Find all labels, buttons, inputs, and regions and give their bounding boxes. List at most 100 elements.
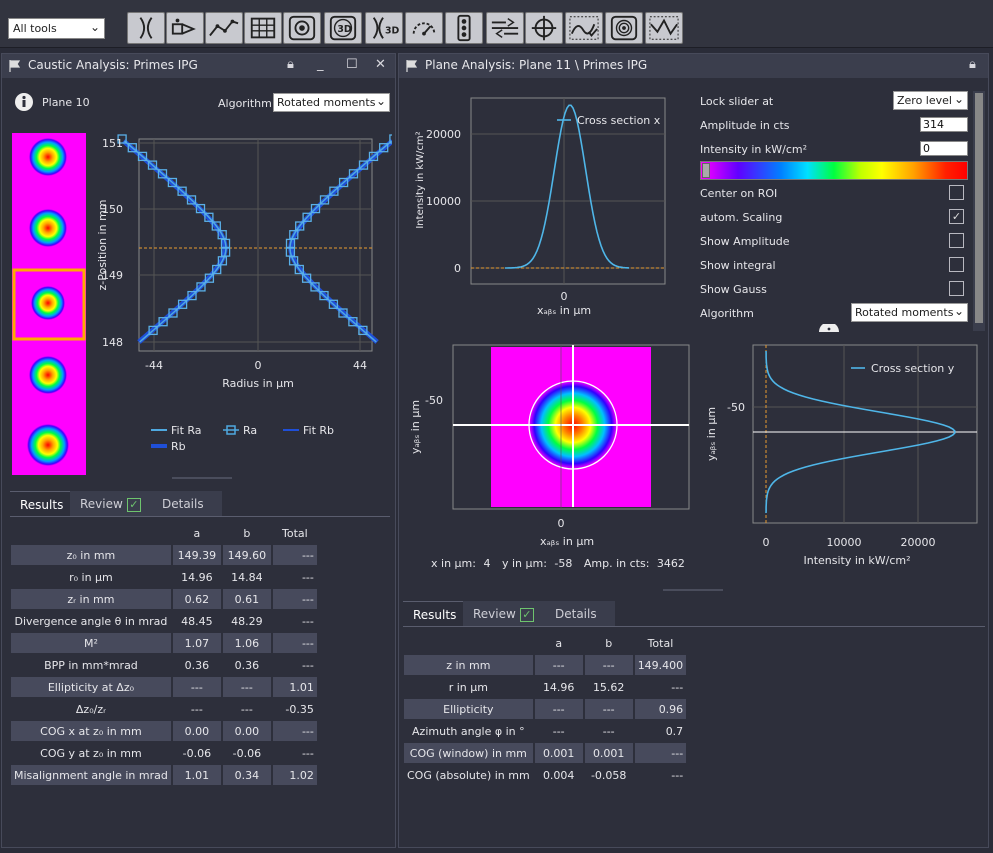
table-cell: 0.36: [184, 658, 210, 672]
show-gauss-checkbox[interactable]: [949, 281, 964, 296]
histogram-check-icon[interactable]: [565, 12, 603, 44]
plane-thumbnail[interactable]: [29, 356, 67, 394]
lock-slider-label: Lock slider at: [700, 95, 774, 108]
y-axis-label: yₐᵦₛ in µm: [409, 400, 422, 454]
table-cell: 15.62: [592, 680, 625, 694]
tab-details[interactable]: Details: [152, 491, 222, 517]
table-icon[interactable]: [244, 12, 282, 44]
beam-path-icon[interactable]: [166, 12, 204, 44]
lock-slider-select[interactable]: Zero level ⌄: [893, 91, 968, 110]
center-roi-checkbox[interactable]: [949, 185, 964, 200]
show-amplitude-checkbox[interactable]: [949, 233, 964, 248]
splitter-handle[interactable]: [663, 589, 723, 591]
amplitude-input[interactable]: 314: [920, 117, 968, 132]
alignment-icon[interactable]: [486, 12, 524, 44]
row-label: COG y at z₀ in mm: [40, 746, 142, 760]
row-label: Ellipticity: [404, 699, 533, 719]
settings-scrollbar[interactable]: [973, 91, 985, 331]
table-cell: ---: [272, 545, 317, 565]
color-scale-slider[interactable]: [700, 161, 968, 180]
slider-handle[interactable]: [702, 163, 710, 178]
info-icon[interactable]: [14, 92, 34, 112]
splitter-handle[interactable]: [172, 477, 232, 479]
crosshair-icon[interactable]: [525, 12, 563, 44]
y-tick-label: -50: [727, 401, 745, 414]
plane-algorithm-select[interactable]: Rotated moments ⌄: [851, 303, 968, 322]
3d-view-icon[interactable]: 3D: [324, 12, 362, 44]
table-cell: Total: [282, 526, 308, 540]
traffic-light-icon[interactable]: [445, 12, 483, 44]
svg-text:3D: 3D: [385, 26, 400, 37]
rings-icon[interactable]: [605, 12, 643, 44]
fit-ra-series-line: [289, 140, 392, 343]
close-icon[interactable]: ✕: [375, 57, 386, 72]
tab-results[interactable]: Results: [403, 601, 463, 627]
table-cell: -0.06: [182, 746, 212, 760]
minimize-icon[interactable]: _: [317, 57, 324, 72]
flag-icon: [9, 60, 21, 72]
plane-thumbnail[interactable]: [29, 138, 67, 176]
table-cell: 48.45: [181, 614, 213, 628]
caustic-icon[interactable]: [127, 12, 165, 44]
caustic-3d-icon[interactable]: 3D: [365, 12, 403, 44]
table-row: Azimuth angle φ in ° --- --- 0.7: [404, 721, 686, 741]
cross-x-legend: Cross section x: [577, 114, 661, 127]
x-tick-label: 0: [558, 517, 565, 530]
tab-details[interactable]: Details: [545, 601, 615, 627]
readout-x-value: 4: [483, 557, 491, 570]
cross-section-x-plot[interactable]: Cross section x 20000 10000 0 0 xₐᵦₛ in …: [405, 94, 695, 324]
x-tick-label: 0: [763, 536, 770, 549]
scrollbar-thumb[interactable]: [975, 93, 983, 323]
lock-icon[interactable]: 🔒︎: [287, 57, 294, 72]
tab-review[interactable]: Review ✓: [70, 491, 152, 517]
table-cell: 0.36: [234, 658, 260, 672]
gauge-icon[interactable]: [405, 12, 443, 44]
flag-icon: [406, 60, 418, 72]
table-cell: ---: [172, 677, 221, 697]
row-label: M²: [11, 633, 171, 653]
table-cell: ---: [671, 768, 684, 782]
maximize-icon[interactable]: ☐: [346, 57, 358, 72]
row-label: COG x at z₀ in mm: [11, 721, 171, 741]
tab-review[interactable]: Review ✓: [463, 601, 545, 627]
cross-section-y-plot[interactable]: Cross section y -50 0 10000 20000 Intens…: [703, 339, 988, 574]
row-label: Ellipticity at Δz₀: [11, 677, 171, 697]
table-cell: 0.96: [634, 699, 687, 719]
plane-thumbnail[interactable]: [27, 424, 69, 466]
x-axis-label: Intensity in kW/cm²: [803, 554, 910, 567]
table-cell: Total: [647, 636, 674, 650]
beam-profile-image[interactable]: -50 0 xₐᵦₛ in µm yₐᵦₛ in µm: [405, 339, 705, 554]
readout-amp-value: 3462: [656, 557, 685, 570]
readout-x-label: x in µm:: [431, 557, 476, 570]
table-row: M² 1.07 1.06 ---: [11, 633, 317, 653]
caustic-algorithm-select[interactable]: Rotated moments ⌄: [273, 93, 390, 112]
table-cell: ---: [671, 680, 684, 694]
tool-filter-select[interactable]: All tools ⌄: [8, 18, 105, 39]
tab-details-label: Details: [162, 497, 204, 511]
plane-thumbnail[interactable]: [29, 209, 67, 247]
table-cell: 149.400: [634, 655, 687, 675]
tab-results[interactable]: Results: [10, 491, 70, 517]
y-axis-label: Intensity in kW/cm²: [415, 131, 426, 228]
table-cell: a: [193, 526, 201, 540]
autoscale-checkbox[interactable]: ✓: [949, 209, 964, 224]
table-cell: 1.02: [272, 765, 317, 785]
plane-thumbnail-strip[interactable]: [12, 133, 86, 475]
y-axis-label: z-Position in mm: [96, 199, 109, 290]
plane-tabs: Results Review ✓ Details: [403, 601, 985, 627]
show-integral-checkbox[interactable]: [949, 257, 964, 272]
lock-icon[interactable]: 🔒︎: [969, 57, 976, 72]
table-row: COG (absolute) in mm 0.004 -0.058 ---: [404, 765, 686, 785]
info-icon[interactable]: [819, 324, 839, 332]
table-cell: b: [605, 636, 613, 650]
table-cell: 0.00: [172, 721, 221, 741]
profile-wave-icon[interactable]: [645, 12, 683, 44]
plane-thumbnail-selected[interactable]: [31, 286, 65, 320]
show-gauss-label: Show Gauss: [700, 283, 767, 296]
caustic-plot[interactable]: 151 150 149 148 -44 0 44 Radius in µm z-…: [92, 129, 392, 404]
target-icon[interactable]: [283, 12, 321, 44]
line-chart-icon[interactable]: [205, 12, 243, 44]
intensity-input[interactable]: 0: [920, 141, 968, 156]
tab-review-label: Review: [473, 607, 516, 621]
x-tick-label: 0: [255, 359, 262, 372]
